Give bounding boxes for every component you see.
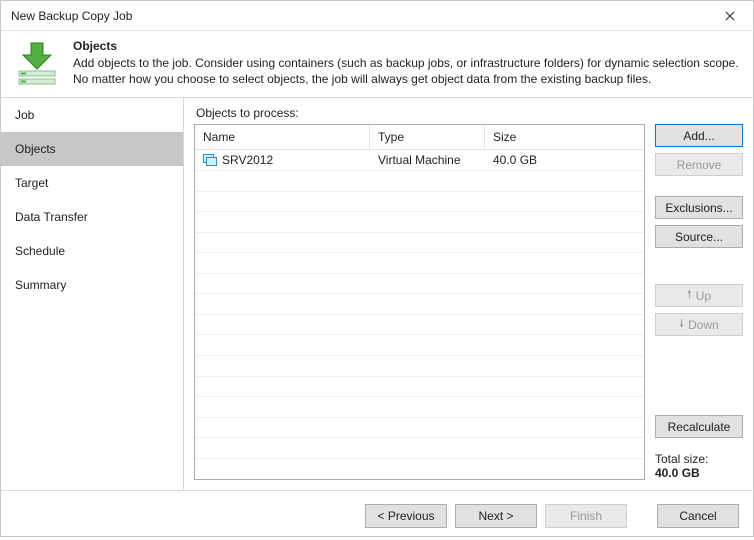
wizard-heading: Objects (73, 39, 739, 53)
table-row (195, 233, 644, 254)
next-button[interactable]: Next > (455, 504, 537, 528)
sidebar-item-schedule[interactable]: Schedule (1, 234, 183, 268)
sidebar-item-label: Objects (15, 142, 56, 156)
wizard-footer: < Previous Next > Finish Cancel (1, 490, 753, 540)
table-row (195, 212, 644, 233)
table-row (195, 294, 644, 315)
table-row (195, 335, 644, 356)
total-size: Total size: 40.0 GB (655, 452, 743, 480)
recalculate-button[interactable]: Recalculate (655, 415, 743, 438)
wizard-header: Objects Add objects to the job. Consider… (1, 31, 753, 97)
sidebar-item-objects[interactable]: Objects (1, 132, 183, 166)
sidebar-item-target[interactable]: Target (1, 166, 183, 200)
cell-name: SRV2012 (195, 153, 370, 167)
table-body: SRV2012 Virtual Machine 40.0 GB (195, 150, 644, 479)
col-name[interactable]: Name (195, 125, 370, 149)
table-row (195, 315, 644, 336)
cancel-button[interactable]: Cancel (657, 504, 739, 528)
wizard-description: Add objects to the job. Consider using c… (73, 55, 739, 87)
cell-name-text: SRV2012 (222, 153, 273, 167)
total-size-label: Total size: (655, 452, 743, 466)
close-button[interactable] (715, 4, 745, 28)
table-row (195, 192, 644, 213)
sidebar-item-label: Summary (15, 278, 66, 292)
titlebar: New Backup Copy Job (1, 1, 753, 31)
objects-label: Objects to process: (196, 106, 743, 120)
up-button[interactable]: 🠕Up (655, 284, 743, 307)
main-panel: Objects to process: Name Type Size (184, 98, 753, 490)
objects-icon (13, 39, 61, 87)
table-header: Name Type Size (195, 125, 644, 150)
cell-size: 40.0 GB (485, 153, 644, 167)
wizard-steps: Job Objects Target Data Transfer Schedul… (1, 98, 184, 490)
arrow-up-icon: 🠕 (687, 290, 692, 301)
table-row (195, 418, 644, 439)
sidebar-item-label: Target (15, 176, 48, 190)
exclusions-button[interactable]: Exclusions... (655, 196, 743, 219)
window-title: New Backup Copy Job (11, 9, 132, 23)
sidebar-item-data-transfer[interactable]: Data Transfer (1, 200, 183, 234)
cell-type: Virtual Machine (370, 153, 485, 167)
table-row (195, 397, 644, 418)
source-button[interactable]: Source... (655, 225, 743, 248)
previous-button[interactable]: < Previous (365, 504, 447, 528)
total-size-value: 40.0 GB (655, 466, 743, 480)
table-row (195, 438, 644, 459)
sidebar-item-summary[interactable]: Summary (1, 268, 183, 302)
sidebar-item-label: Job (15, 108, 34, 122)
down-button[interactable]: 🠗Down (655, 313, 743, 336)
wizard-header-text: Objects Add objects to the job. Consider… (73, 39, 739, 87)
arrow-down-icon: 🠗 (679, 319, 684, 330)
table-row (195, 377, 644, 398)
remove-button[interactable]: Remove (655, 153, 743, 176)
add-button[interactable]: Add... (655, 124, 743, 147)
side-actions: Add... Remove Exclusions... Source... 🠕U… (655, 124, 743, 480)
sidebar-item-label: Schedule (15, 244, 65, 258)
objects-table: Name Type Size SRV2012 Virtual Mach (194, 124, 645, 480)
sidebar-item-label: Data Transfer (15, 210, 88, 224)
col-type[interactable]: Type (370, 125, 485, 149)
close-icon (725, 11, 735, 21)
vm-icon (203, 154, 217, 166)
finish-button[interactable]: Finish (545, 504, 627, 528)
table-row (195, 356, 644, 377)
col-size[interactable]: Size (485, 125, 644, 149)
table-row[interactable]: SRV2012 Virtual Machine 40.0 GB (195, 150, 644, 171)
table-row (195, 253, 644, 274)
table-row (195, 459, 644, 480)
table-row (195, 171, 644, 192)
table-row (195, 274, 644, 295)
sidebar-item-job[interactable]: Job (1, 98, 183, 132)
